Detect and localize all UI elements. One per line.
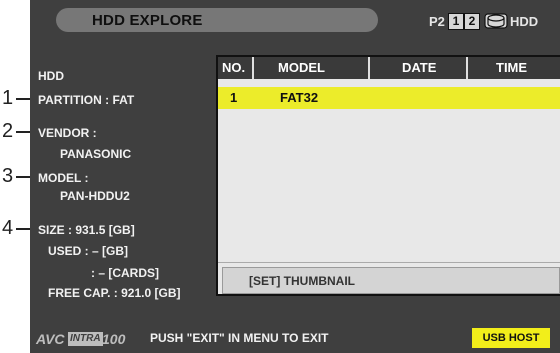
- hdd-label: HDD: [510, 14, 539, 29]
- column-header-no: NO.: [222, 60, 246, 75]
- title-bar: HDD EXPLORE: [56, 8, 378, 32]
- callout-number-2: 2: [2, 120, 14, 142]
- free-capacity-info: FREE CAP. : 921.0 [GB]: [48, 286, 181, 300]
- column-header-date: DATE: [402, 60, 437, 75]
- row-number: 1: [230, 90, 238, 105]
- callout-number-3: 3: [2, 165, 14, 187]
- table-header: NO. MODEL DATE TIME: [218, 57, 560, 79]
- logo-intra-text: INTRA: [68, 332, 103, 346]
- logo-avc-text: AVC: [36, 331, 65, 347]
- logo-number-text: 100: [102, 331, 126, 347]
- model-label: MODEL :: [38, 171, 89, 185]
- callout-number-4: 4: [2, 217, 14, 239]
- row-model: FAT32: [280, 90, 319, 105]
- vendor-value: PANASONIC: [60, 147, 132, 161]
- table-row[interactable]: 1 FAT32: [218, 87, 560, 109]
- usb-host-button[interactable]: USB HOST: [472, 328, 550, 348]
- exit-instruction: PUSH "EXIT" IN MENU TO EXIT: [150, 331, 329, 345]
- model-value: PAN-HDDU2: [60, 189, 130, 203]
- used-gb-info: USED : – [GB]: [48, 244, 129, 258]
- vendor-label: VENDOR :: [38, 126, 97, 140]
- hdd-icon: [484, 13, 508, 29]
- used-cards-info: : – [CARDS]: [91, 266, 159, 280]
- slot-1-indicator: 1: [448, 13, 464, 30]
- screen-title: HDD EXPLORE: [92, 12, 203, 29]
- slot-2-indicator: 2: [464, 13, 480, 30]
- callout-number-1: 1: [2, 87, 14, 109]
- column-header-model: MODEL: [278, 60, 325, 75]
- hdd-section-label: HDD: [38, 69, 64, 83]
- p2-label: P2: [429, 14, 445, 29]
- thumbnail-button[interactable]: [SET] THUMBNAIL: [222, 267, 560, 294]
- column-divider: [252, 57, 254, 79]
- column-divider: [368, 57, 370, 79]
- footer-bar: AVC INTRA 100 PUSH "EXIT" IN MENU TO EXI…: [30, 323, 560, 353]
- panel-divider: [218, 262, 560, 263]
- partition-info: PARTITION : FAT: [38, 93, 135, 107]
- size-info: SIZE : 931.5 [GB]: [38, 223, 135, 237]
- hdd-explore-screen: HDD EXPLORE P2 1 2 HDD HDD PARTITION : F…: [30, 0, 560, 353]
- top-bar: HDD EXPLORE P2 1 2 HDD: [30, 0, 560, 35]
- column-divider: [466, 57, 468, 79]
- file-table-panel: NO. MODEL DATE TIME 1 FAT32 [SET] THUMBN…: [216, 55, 560, 296]
- thumbnail-button-label: [SET] THUMBNAIL: [249, 274, 355, 288]
- column-header-time: TIME: [496, 60, 528, 75]
